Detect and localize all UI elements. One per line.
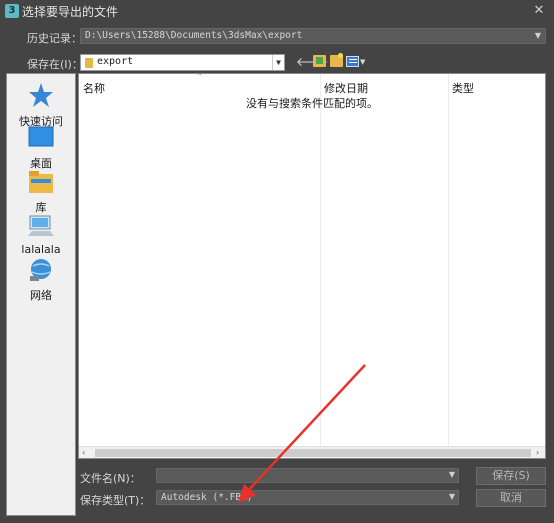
desktop-icon: [28, 126, 54, 147]
filetype-value: Autodesk (*.FBX): [161, 492, 253, 503]
filename-label: 文件名(N)：: [80, 472, 141, 485]
horizontal-scrollbar[interactable]: ‹ ›: [79, 446, 545, 458]
view-menu-icon[interactable]: [346, 56, 359, 67]
save-in-dropdown-icon[interactable]: ▼: [272, 55, 284, 70]
place-label-desktop: 桌面: [30, 157, 52, 170]
cancel-button[interactable]: 取消: [476, 489, 546, 507]
filetype-select[interactable]: Autodesk (*.FBX): [156, 490, 459, 505]
save-button[interactable]: 保存(S): [476, 467, 546, 485]
back-icon[interactable]: 🡐: [296, 54, 328, 70]
filetype-dropdown-icon[interactable]: ▼: [446, 490, 458, 504]
place-network[interactable]: 网络: [7, 258, 75, 303]
scrollbar-thumb[interactable]: [95, 449, 531, 457]
save-in-combo[interactable]: export ▼: [80, 54, 285, 71]
place-desktop[interactable]: 桌面: [7, 126, 75, 171]
place-label-network: 网络: [30, 289, 52, 302]
history-value: D:\Users\15288\Documents\3dsMax\export: [85, 30, 303, 41]
column-header-name[interactable]: 名称: [83, 80, 105, 96]
column-divider: [448, 74, 449, 446]
filename-input[interactable]: [156, 468, 459, 483]
place-label-library: 库: [35, 201, 47, 214]
computer-icon: [28, 215, 54, 236]
filename-dropdown-icon[interactable]: ▼: [446, 468, 458, 482]
place-label-computer: lalalala: [21, 243, 61, 256]
view-menu-arrow-icon[interactable]: ▼: [360, 58, 365, 66]
sort-ascending-icon: ⌃: [196, 72, 203, 81]
file-list[interactable]: 名称 ⌃ 修改日期 类型 没有与搜索条件匹配的项。 ‹ ›: [78, 72, 546, 459]
column-header-modified[interactable]: 修改日期: [324, 80, 368, 96]
save-in-label: 保存在(I)：: [27, 58, 83, 71]
network-icon: [30, 259, 51, 281]
places-bar: 快速访问 桌面 库 lalalala 网络: [6, 73, 76, 516]
place-library[interactable]: 库: [7, 170, 75, 215]
column-header-type[interactable]: 类型: [452, 80, 474, 96]
title-bar: 3 选择要导出的文件 ✕: [0, 0, 554, 22]
scroll-right-icon[interactable]: ›: [536, 447, 539, 458]
column-divider: [320, 74, 321, 446]
new-folder-icon[interactable]: [330, 53, 343, 67]
window-title: 选择要导出的文件: [22, 5, 119, 19]
filetype-label: 保存类型(T)：: [80, 494, 151, 507]
up-folder-icon[interactable]: [313, 55, 326, 67]
scroll-left-icon[interactable]: ‹: [82, 447, 85, 458]
folder-icon: [85, 58, 93, 68]
history-label: 历史记录：: [27, 32, 82, 45]
place-quick-access[interactable]: 快速访问: [7, 82, 75, 129]
star-icon: [29, 83, 53, 107]
empty-message: 没有与搜索条件匹配的项。: [246, 97, 378, 110]
library-icon: [29, 171, 53, 193]
close-icon: ✕: [533, 3, 545, 18]
close-button[interactable]: ✕: [530, 3, 548, 19]
history-combo[interactable]: D:\Users\15288\Documents\3dsMax\export: [80, 28, 546, 44]
place-computer[interactable]: lalalala: [7, 214, 75, 256]
history-dropdown-icon[interactable]: ▼: [532, 29, 544, 43]
save-in-value: export: [97, 56, 134, 67]
app-icon: 3: [5, 4, 19, 18]
